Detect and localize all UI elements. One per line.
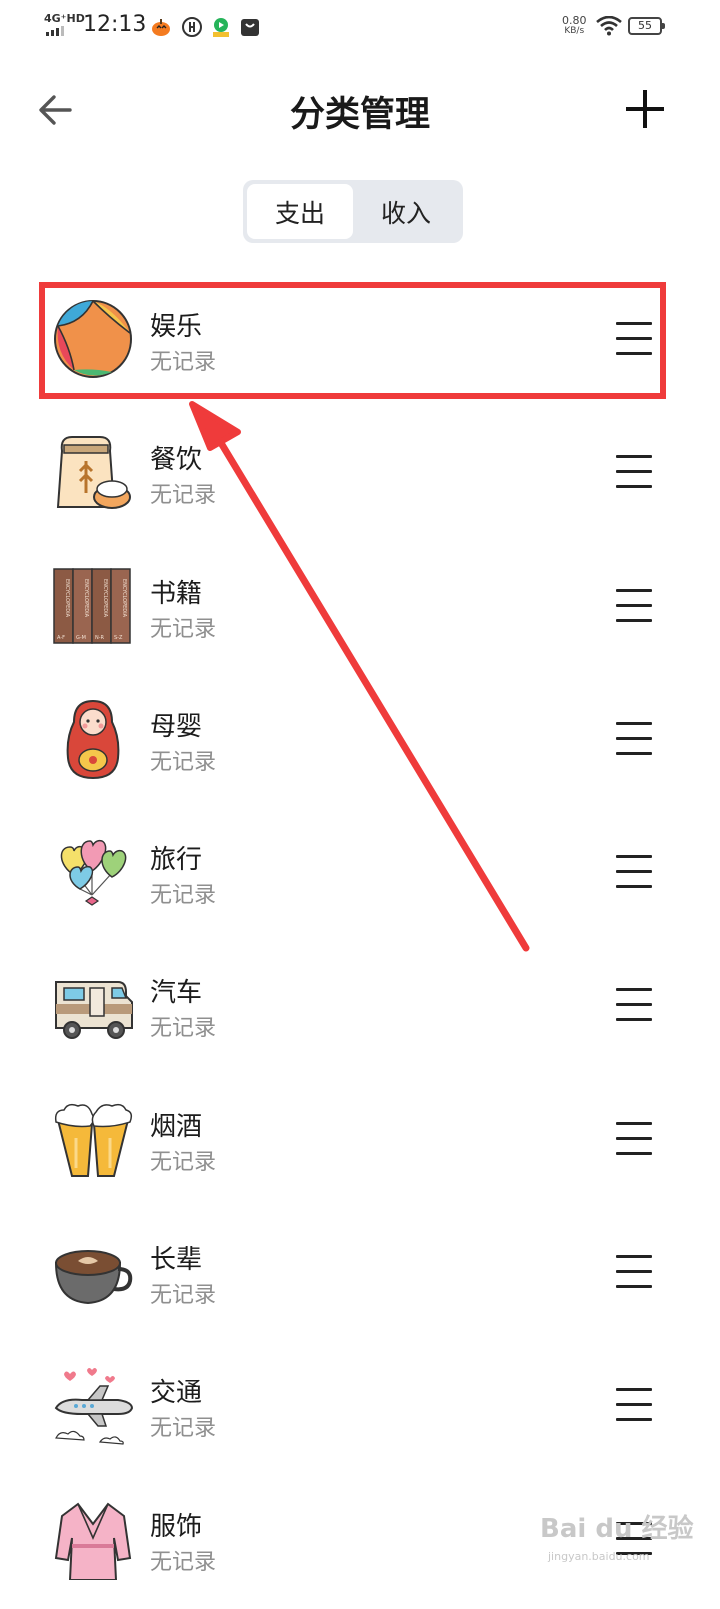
pumpkin-app-icon: [152, 19, 170, 36]
drag-handle-icon[interactable]: [616, 1388, 652, 1422]
category-status: 无记录: [150, 1283, 217, 1309]
tab-expense[interactable]: 支出: [247, 184, 353, 239]
drag-handle-icon[interactable]: [616, 322, 652, 356]
watermark: Bai du 经验: [540, 1514, 694, 1544]
svg-text:S-Z: S-Z: [114, 635, 123, 641]
drag-handle-icon[interactable]: [616, 855, 652, 889]
category-row-dining[interactable]: 餐饮 无记录: [0, 409, 720, 542]
encyclopedia-books-icon: ENCYCLOPEDIA ENCYCLOPEDIA ENCYCLOPEDIA E…: [53, 567, 131, 644]
category-name: 旅行: [150, 845, 203, 876]
camper-van-icon: [55, 981, 133, 1040]
network-type: 4G⁺HD: [44, 12, 85, 25]
category-row-elders[interactable]: 长辈 无记录: [0, 1209, 720, 1342]
category-name: 交通: [150, 1378, 203, 1409]
category-status: 无记录: [150, 1416, 217, 1442]
svg-text:ENCYCLOPEDIA: ENCYCLOPEDIA: [121, 579, 127, 618]
svg-text:ENCYCLOPEDIA: ENCYCLOPEDIA: [64, 579, 70, 618]
clock: 12:13: [83, 12, 147, 37]
drag-handle-icon[interactable]: [616, 455, 652, 489]
category-name: 书籍: [150, 578, 203, 609]
drag-handle-icon[interactable]: [616, 721, 652, 756]
watermark-url: jingyan.baidu.com: [548, 1550, 650, 1563]
svg-text:G-M: G-M: [76, 635, 86, 641]
category-name: 餐饮: [150, 445, 203, 476]
status-bar: 4G⁺HD 12:13 0.80 KB/s 55: [0, 0, 720, 56]
type-segmented-control: 支出 收入: [243, 180, 463, 243]
bag-app-icon: [241, 19, 259, 36]
category-status: 无记录: [150, 350, 217, 375]
category-name: 服饰: [150, 1511, 203, 1542]
drag-handle-icon[interactable]: [616, 988, 652, 1022]
category-status: 无记录: [150, 1149, 217, 1175]
beer-mugs-icon: [54, 1103, 133, 1177]
category-row-transport[interactable]: 交通 无记录: [0, 1342, 720, 1475]
grain-bag-icon: [56, 436, 131, 510]
heart-balloons-icon: [60, 840, 127, 906]
page-title: 分类管理: [289, 95, 430, 135]
category-list: 娱乐 无记录 餐饮 无记录 ENCYCLOPEDIA ENCYCLOPEDIA …: [0, 276, 720, 1609]
bathrobe-icon: [54, 1502, 132, 1580]
battery-icon: 55: [628, 17, 665, 35]
category-name: 汽车: [150, 978, 203, 1009]
svg-text:ENCYCLOPEDIA: ENCYCLOPEDIA: [83, 579, 89, 618]
svg-text:A-F: A-F: [57, 635, 65, 641]
category-status: 无记录: [150, 883, 217, 909]
category-name: 长辈: [150, 1245, 203, 1276]
category-status: 无记录: [150, 616, 217, 642]
svg-text:N-R: N-R: [95, 635, 105, 641]
category-name: 烟酒: [150, 1111, 203, 1142]
category-row-travel[interactable]: 旅行 无记录: [0, 809, 720, 942]
matryoshka-doll-icon: [66, 699, 120, 779]
drag-handle-icon[interactable]: [616, 588, 652, 623]
airplane-icon: [54, 1368, 134, 1446]
category-status: 无记录: [150, 1549, 217, 1575]
category-status: 无记录: [150, 1016, 217, 1042]
video-app-icon: [213, 18, 229, 37]
category-status: 无记录: [150, 749, 217, 775]
coffee-cup-icon: [54, 1250, 133, 1305]
category-row-mother-baby[interactable]: 母婴 无记录: [0, 676, 720, 809]
net-speed: 0.80 KB/s: [562, 14, 587, 36]
category-status: 无记录: [150, 483, 217, 509]
category-name: 母婴: [150, 711, 203, 742]
category-row-entertainment[interactable]: 娱乐 无记录: [0, 276, 720, 409]
circle-app-icon: [182, 17, 202, 37]
category-name: 娱乐: [150, 312, 203, 342]
wifi-icon: [596, 16, 622, 36]
category-row-car[interactable]: 汽车 无记录: [0, 942, 720, 1075]
drag-handle-icon[interactable]: [616, 1255, 652, 1289]
drag-handle-icon[interactable]: [616, 1121, 652, 1156]
category-row-tobacco-alcohol[interactable]: 烟酒 无记录: [0, 1076, 720, 1209]
tab-income[interactable]: 收入: [353, 184, 459, 239]
svg-text:ENCYCLOPEDIA: ENCYCLOPEDIA: [102, 579, 108, 618]
category-row-books[interactable]: ENCYCLOPEDIA ENCYCLOPEDIA ENCYCLOPEDIA E…: [0, 543, 720, 676]
beach-ball-icon: [54, 300, 132, 378]
plus-icon[interactable]: [624, 88, 666, 130]
signal-icon: [46, 26, 64, 36]
